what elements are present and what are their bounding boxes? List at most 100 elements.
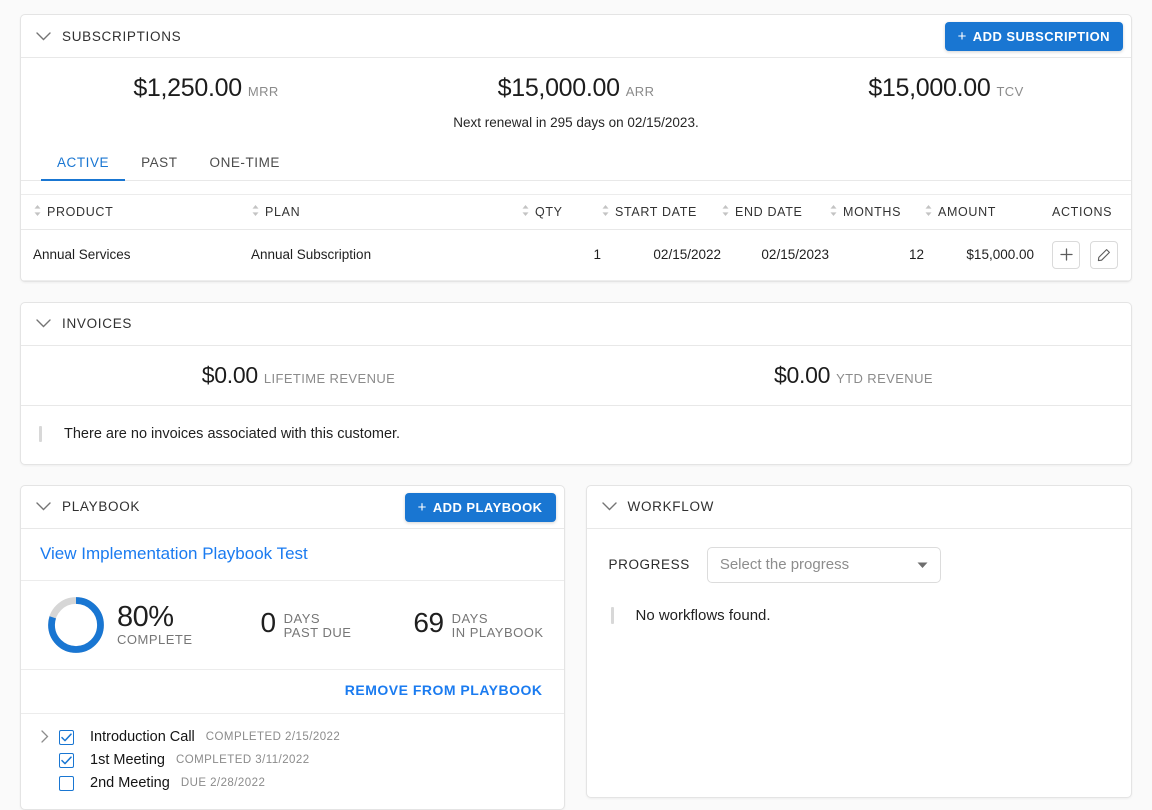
cell-plan: Annual Subscription xyxy=(251,229,521,281)
playbook-in-playbook-number: 69 xyxy=(413,607,444,638)
metric-lifetime-revenue-label: LIFETIME REVENUE xyxy=(263,370,396,386)
workflow-body: PROGRESS Select the progress No workflow… xyxy=(587,529,1132,624)
invoices-metrics: $0.00 LIFETIME REVENUE $0.00 YTD REVENUE xyxy=(21,346,1131,406)
playbook-percent-value: 80% xyxy=(117,600,174,633)
metric-tcv-value: $15,000.00 xyxy=(868,74,991,102)
add-subscription-label: ADD SUBSCRIPTION xyxy=(972,29,1110,44)
task-name: 1st Meeting xyxy=(90,752,165,768)
playbook-stat-in-playbook: 69 DAYS IN PLAYBOOK xyxy=(413,609,543,640)
workflow-column: WORKFLOW PROGRESS Select the progress No… xyxy=(585,484,1132,810)
renewal-note: Next renewal in 295 days on 02/15/2023. xyxy=(453,115,699,130)
edit-pencil-button[interactable] xyxy=(1089,240,1118,269)
playbook-past-due-number: 0 xyxy=(260,607,277,638)
column-header-product-label: PRODUCT xyxy=(47,204,114,219)
task-meta: DUE 2/28/2022 xyxy=(180,777,266,789)
plus-icon: + xyxy=(957,28,967,45)
task-meta: COMPLETED 2/15/2022 xyxy=(205,731,341,743)
playbook-card: PLAYBOOK + ADD PLAYBOOK View Implementat… xyxy=(20,484,565,810)
playbook-past-due-label: DAYS PAST DUE xyxy=(283,611,352,640)
chevron-right-icon[interactable] xyxy=(41,729,49,748)
column-header-plan-label: PLAN xyxy=(265,204,301,219)
metric-lifetime-revenue: $0.00 LIFETIME REVENUE xyxy=(21,362,576,389)
add-playbook-button[interactable]: + ADD PLAYBOOK xyxy=(404,492,556,522)
metric-ytd-revenue: $0.00 YTD REVENUE xyxy=(576,362,1131,389)
page-root: SUBSCRIPTIONS + ADD SUBSCRIPTION $1,250.… xyxy=(0,0,1152,810)
tab-one-time[interactable]: ONE-TIME xyxy=(194,144,296,181)
metric-ytd-revenue-label: YTD REVENUE xyxy=(836,370,933,386)
cell-months: 12 xyxy=(829,229,924,281)
task-meta: COMPLETED 3/11/2022 xyxy=(175,754,310,766)
add-playbook-label: ADD PLAYBOOK xyxy=(432,499,543,515)
column-header-actions: ACTIONS xyxy=(1034,194,1131,230)
column-header-qty[interactable]: QTY xyxy=(521,194,601,230)
progress-select[interactable]: Select the progress xyxy=(706,546,941,583)
cell-qty: 1 xyxy=(521,229,601,281)
task-name: 2nd Meeting xyxy=(90,775,170,791)
chevron-down-icon[interactable] xyxy=(35,315,52,332)
subscriptions-title: SUBSCRIPTIONS xyxy=(62,28,182,44)
cell-actions xyxy=(1034,229,1131,281)
task-name: Introduction Call xyxy=(90,729,195,745)
playbook-title: PLAYBOOK xyxy=(62,499,141,514)
column-header-end-date[interactable]: END DATE xyxy=(721,194,829,230)
playbook-in-playbook-label: DAYS IN PLAYBOOK xyxy=(451,611,544,640)
add-subscription-button[interactable]: + ADD SUBSCRIPTION xyxy=(944,22,1123,51)
sort-icon xyxy=(251,204,260,220)
tab-past[interactable]: PAST xyxy=(125,144,193,181)
chevron-down-icon[interactable] xyxy=(601,498,618,515)
workflow-header: WORKFLOW xyxy=(586,486,1131,529)
workflow-title: WORKFLOW xyxy=(627,499,715,514)
column-header-amount-label: AMOUNT xyxy=(938,204,997,219)
table-toolbar-row xyxy=(21,181,1131,195)
table-row[interactable]: Annual Services Annual Subscription 1 02… xyxy=(21,229,1131,281)
invoices-empty-message: There are no invoices associated with th… xyxy=(64,425,401,442)
invoices-card: INVOICES $0.00 LIFETIME REVENUE $0.00 YTD … xyxy=(20,301,1132,465)
playbook-header: PLAYBOOK + ADD PLAYBOOK xyxy=(21,486,564,529)
list-item[interactable]: 1st Meeting COMPLETED 3/11/2022 xyxy=(21,749,564,772)
subscriptions-tabs: ACTIVE PAST ONE-TIME xyxy=(21,144,1131,181)
column-header-end-date-label: END DATE xyxy=(735,204,803,219)
metric-arr: $15,000.00 ARR xyxy=(391,74,761,103)
column-header-start-date[interactable]: START DATE xyxy=(601,194,721,230)
subscriptions-card: SUBSCRIPTIONS + ADD SUBSCRIPTION $1,250.… xyxy=(20,14,1132,282)
metric-arr-value: $15,000.00 xyxy=(497,74,620,102)
bottom-section: PLAYBOOK + ADD PLAYBOOK View Implementat… xyxy=(20,484,1132,810)
sort-icon xyxy=(521,204,530,220)
task-checkbox[interactable] xyxy=(59,729,74,745)
view-playbook-link[interactable]: View Implementation Playbook Test xyxy=(40,544,308,563)
tab-active[interactable]: ACTIVE xyxy=(41,144,125,181)
cell-product: Annual Services xyxy=(21,229,251,281)
list-item[interactable]: 2nd Meeting DUE 2/28/2022 xyxy=(21,772,564,795)
column-header-start-date-label: START DATE xyxy=(615,204,697,219)
playbook-stats: 80% COMPLETE 0 DAYS PAST DUE 69 DAYS IN PL… xyxy=(21,581,564,670)
cell-amount: $15,000.00 xyxy=(924,229,1034,281)
playbook-stat-past-due: 0 DAYS PAST DUE xyxy=(261,609,352,640)
column-header-amount[interactable]: AMOUNT xyxy=(924,194,1034,230)
list-item[interactable]: Introduction Call COMPLETED 2/15/2022 xyxy=(21,726,564,749)
playbook-stat-complete: 80% COMPLETE xyxy=(117,600,193,647)
remove-from-playbook-button[interactable]: REMOVE FROM PLAYBOOK xyxy=(345,682,543,698)
workflow-progress-row: PROGRESS Select the progress xyxy=(609,546,1114,583)
playbook-remove-row: REMOVE FROM PLAYBOOK xyxy=(21,670,564,714)
column-header-months[interactable]: MONTHS xyxy=(829,194,924,230)
sort-icon xyxy=(924,204,933,220)
task-checkbox[interactable] xyxy=(59,775,74,791)
column-header-qty-label: QTY xyxy=(535,204,563,219)
playbook-link-row: View Implementation Playbook Test xyxy=(21,529,564,581)
invoices-header: INVOICES xyxy=(21,303,1131,346)
add-row-button[interactable] xyxy=(1052,240,1080,269)
column-header-product[interactable]: PRODUCT xyxy=(21,194,251,230)
sort-icon xyxy=(829,204,838,220)
subscriptions-header: SUBSCRIPTIONS + ADD SUBSCRIPTION xyxy=(21,15,1131,58)
column-header-plan[interactable]: PLAN xyxy=(251,194,521,230)
subscriptions-table: PRODUCT PLAN QTY START DATE END DATE MON… xyxy=(21,181,1131,281)
metric-mrr: $1,250.00 MRR xyxy=(21,74,391,103)
chevron-down-icon[interactable] xyxy=(35,28,52,45)
metric-tcv-label: TCV xyxy=(996,84,1024,99)
playbook-column: PLAYBOOK + ADD PLAYBOOK View Implementat… xyxy=(20,484,565,810)
task-checkbox[interactable] xyxy=(59,752,74,768)
playbook-percent-label: COMPLETE xyxy=(117,631,193,647)
chevron-down-icon[interactable] xyxy=(35,498,52,515)
subscriptions-metrics: $1,250.00 MRR $15,000.00 ARR $15,000.00 TCV xyxy=(21,58,1131,103)
metric-tcv: $15,000.00 TCV xyxy=(761,74,1131,103)
